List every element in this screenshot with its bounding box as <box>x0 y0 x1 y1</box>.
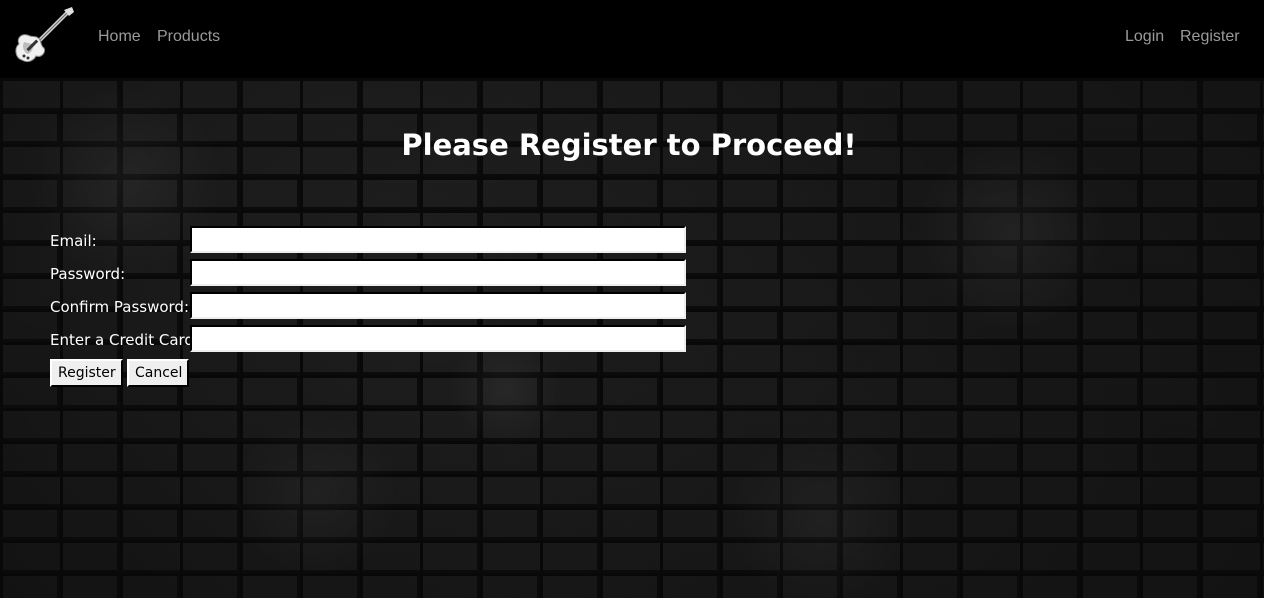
register-button[interactable]: Register <box>50 359 123 387</box>
electric-guitar-icon[interactable] <box>12 6 76 68</box>
confirm-password-field[interactable] <box>190 292 686 319</box>
nav-link-register[interactable]: Register <box>1180 28 1240 46</box>
nav-link-login[interactable]: Login <box>1125 28 1164 46</box>
nav-link-home[interactable]: Home <box>98 28 141 46</box>
credit-card-field[interactable] <box>190 325 686 352</box>
top-navbar: Home Products Login Register <box>0 0 1264 78</box>
page-title: Please Register to Proceed! <box>0 128 1264 162</box>
credit-card-label: Enter a Credit Card: <box>50 331 200 349</box>
confirm-password-label: Confirm Password: <box>50 298 190 316</box>
email-label: Email: <box>50 232 97 250</box>
cancel-button[interactable]: Cancel <box>127 359 189 387</box>
nav-link-products[interactable]: Products <box>157 28 220 46</box>
password-field[interactable] <box>190 259 686 286</box>
email-field[interactable] <box>190 226 686 253</box>
page-title-text: Please Register to Proceed! <box>401 128 857 162</box>
password-label: Password: <box>50 265 126 283</box>
